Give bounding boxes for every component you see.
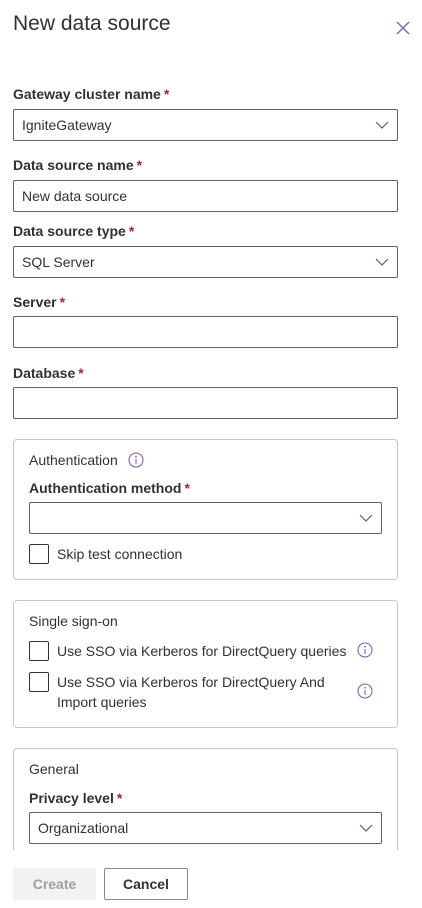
gateway-label: Gateway cluster name * xyxy=(13,86,170,102)
server-label: Server * xyxy=(13,294,66,310)
datasource-name-value: New data source xyxy=(22,188,128,204)
info-icon[interactable] xyxy=(357,642,373,658)
auth-method-label: Authentication method * xyxy=(29,480,190,496)
sso-directquery-checkbox[interactable] xyxy=(29,641,49,661)
privacy-level-value: Organizational xyxy=(38,820,129,836)
datasource-name-input[interactable]: New data source xyxy=(13,180,398,212)
sso-title: Single sign-on xyxy=(29,613,118,629)
database-label: Database * xyxy=(13,365,84,381)
close-icon[interactable] xyxy=(393,18,413,38)
sso-directquery-label: Use SSO via Kerberos for DirectQuery que… xyxy=(57,643,347,659)
datasource-type-value: SQL Server xyxy=(22,254,95,270)
privacy-level-label: Privacy level * xyxy=(29,790,123,806)
skip-test-checkbox[interactable] xyxy=(29,544,49,564)
info-icon[interactable] xyxy=(128,452,144,468)
general-title: General xyxy=(29,761,79,777)
server-input[interactable] xyxy=(13,316,398,348)
authentication-title: Authentication xyxy=(29,452,118,468)
info-icon[interactable] xyxy=(357,683,373,699)
auth-method-dropdown[interactable] xyxy=(29,502,382,534)
create-button[interactable]: Create xyxy=(13,868,96,900)
cancel-button[interactable]: Cancel xyxy=(104,868,188,900)
chevron-down-icon xyxy=(359,824,373,832)
chevron-down-icon xyxy=(375,121,389,129)
page-title: New data source xyxy=(13,12,171,35)
gateway-value: IgniteGateway xyxy=(22,117,112,133)
chevron-down-icon xyxy=(375,258,389,266)
gateway-dropdown[interactable]: IgniteGateway xyxy=(13,109,398,141)
datasource-type-label: Data source type * xyxy=(13,223,135,239)
database-input[interactable] xyxy=(13,387,398,419)
datasource-type-dropdown[interactable]: SQL Server xyxy=(13,246,398,278)
skip-test-label: Skip test connection xyxy=(57,546,183,562)
sso-directquery-import-checkbox[interactable] xyxy=(29,672,49,692)
sso-directquery-import-label: Use SSO via Kerberos for DirectQuery And… xyxy=(57,674,325,710)
privacy-level-dropdown[interactable]: Organizational xyxy=(29,812,382,844)
datasource-name-label: Data source name * xyxy=(13,157,143,173)
chevron-down-icon xyxy=(359,514,373,522)
